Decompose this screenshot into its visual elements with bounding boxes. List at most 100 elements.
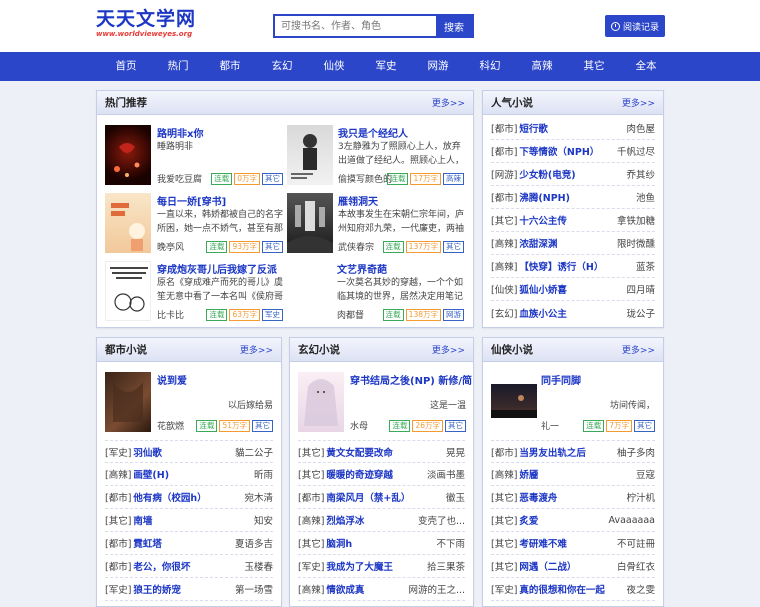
nav-item-home[interactable]: 首页: [100, 52, 152, 81]
item-title[interactable]: 黄文女配要改命: [326, 445, 442, 459]
list-item[interactable]: [其它] 考研难不难 不可註冊: [491, 532, 655, 555]
item-title[interactable]: 我成为了大魔王: [326, 559, 423, 573]
list-item[interactable]: [都市] 老公，你很坏 玉楼春: [105, 555, 273, 578]
search-input[interactable]: [275, 16, 436, 36]
item-title[interactable]: 考研难不难: [519, 536, 613, 550]
list-item[interactable]: [高辣] 画壁(H) 昕雨: [105, 463, 273, 486]
book-title[interactable]: 文艺界奇葩: [337, 261, 387, 276]
book-title[interactable]: 穿书结局之後(NP) 新修/简: [350, 372, 472, 387]
book-card[interactable]: 穿书结局之後(NP) 新修/简 这是一温 水母 连载 26万字 其它: [298, 372, 472, 432]
list-item[interactable]: [军史] 我成为了大魔王 拾三果茶: [298, 555, 465, 578]
book-card[interactable]: 文艺界奇葩 一次莫名其妙的穿越，一个个如临其境的世界，居然决定用笔记下 肉都督 …: [337, 261, 464, 321]
item-title[interactable]: 画壁(H): [133, 467, 250, 481]
book-card[interactable]: 我只是个经纪人 3左静雅为了照顾心上人，放弃出道做了经纪人。照顾心上人，为了心上…: [287, 125, 464, 185]
item-title[interactable]: 狼王的娇宠: [133, 582, 231, 596]
item-title[interactable]: 真的很想和你在一起: [519, 582, 622, 596]
more-link[interactable]: 更多>>: [622, 96, 655, 109]
list-item[interactable]: [高辣] 【快穿】诱行（H） 蓝茶: [491, 255, 655, 278]
list-item[interactable]: [都市] 沸腾(NPH) 池鱼: [491, 186, 655, 209]
nav-item-adult[interactable]: 高辣: [516, 52, 568, 81]
item-title[interactable]: 南墙: [133, 513, 250, 527]
list-item[interactable]: [高辣] 娇靥 豆寇: [491, 463, 655, 486]
list-item[interactable]: [仙侠] 狐仙小娇喜 四月晴: [491, 278, 655, 301]
item-title[interactable]: 少女粉(电竞): [519, 167, 622, 181]
book-card[interactable]: 路明非x你 睡路明非 我爱吃豆腐 连载 0万字 其它: [105, 125, 283, 185]
more-link[interactable]: 更多>>: [622, 343, 655, 356]
list-item[interactable]: [都市] 他有病（校园h） 宛木清: [105, 486, 273, 509]
nav-item-xianxia[interactable]: 仙侠: [308, 52, 360, 81]
item-title[interactable]: 情欲成真: [326, 582, 404, 596]
list-item[interactable]: [军史] 狼王的娇宠 第一场雪: [105, 578, 273, 601]
search-button[interactable]: 搜索: [436, 16, 472, 36]
list-item[interactable]: [其它] 黄文女配要改命 晃晃: [298, 440, 465, 463]
item-title[interactable]: 当男友出轨之后: [519, 445, 613, 459]
item-title[interactable]: 十六公主传: [519, 213, 613, 227]
book-cover[interactable]: [491, 384, 537, 418]
list-item[interactable]: [其它] 南墙 知安: [105, 509, 273, 532]
nav-item-complete[interactable]: 全本: [620, 52, 672, 81]
item-title[interactable]: 血族小公主: [519, 306, 622, 320]
item-title[interactable]: 羽仙歌: [133, 445, 231, 459]
book-card[interactable]: 说到爱 以后嫁给易 花歆燃 连载 51万字 其它: [105, 372, 273, 432]
list-item[interactable]: [军史] 真的很想和你在一起 夜之雯: [491, 578, 655, 601]
nav-item-hot[interactable]: 热门: [152, 52, 204, 81]
list-item[interactable]: [其它] 脑洞h 不下雨: [298, 532, 465, 555]
book-card[interactable]: 同手同脚 坊间传闻， 礼一 连载 7万字 其它: [491, 372, 655, 432]
item-title[interactable]: 下等情欲（NPH）: [519, 144, 613, 158]
item-title[interactable]: 娇靥: [519, 467, 632, 481]
item-title[interactable]: 沸腾(NPH): [519, 190, 632, 204]
item-title[interactable]: 脑洞h: [326, 536, 432, 550]
book-title[interactable]: 我只是个经纪人: [338, 125, 408, 140]
item-title[interactable]: 网遇（二战）: [519, 559, 613, 573]
item-title[interactable]: 恶毒渡舟: [519, 490, 622, 504]
item-title[interactable]: 烈焰浮冰: [326, 513, 414, 527]
book-cover[interactable]: [105, 193, 151, 253]
item-title[interactable]: 霓虹塔: [133, 536, 231, 550]
book-cover[interactable]: [105, 372, 151, 432]
list-item[interactable]: [高辣] 浓甜深渊 限时微醺: [491, 232, 655, 255]
list-item[interactable]: [玄幻] 血族小公主 珑公子: [491, 301, 655, 324]
book-card[interactable]: 穿成炮灰哥儿后我嫁了反派 原名《穿成难产而死的哥儿》虞笙无意中看了一本名叫《侯府…: [105, 261, 283, 321]
list-item[interactable]: [其它] 恶毒渡舟 柠汁机: [491, 486, 655, 509]
list-item[interactable]: [都市] 当男友出轨之后 柚子多肉: [491, 440, 655, 463]
book-card[interactable]: 每日一娇[穿书] 一直以来，韩娇都被自己的名字所困，她一点不娇气，甚至有那么点 …: [105, 193, 283, 253]
book-title[interactable]: 雁翎洞天: [338, 193, 378, 208]
book-title[interactable]: 每日一娇[穿书]: [157, 193, 226, 208]
item-title[interactable]: 短行歌: [519, 121, 622, 135]
list-item[interactable]: [其它] 暖暖的奇迹穿越 淡画书墨: [298, 463, 465, 486]
reading-history-button[interactable]: 阅读记录: [605, 15, 665, 37]
item-title[interactable]: 南梁风月（禁+乱）: [326, 490, 442, 504]
list-item[interactable]: [其它] 十六公主传 拿铁加糖: [491, 209, 655, 232]
item-title[interactable]: 老公，你很坏: [133, 559, 240, 573]
item-title[interactable]: 暖暖的奇迹穿越: [326, 467, 423, 481]
item-title[interactable]: 他有病（校园h）: [133, 490, 240, 504]
book-cover[interactable]: [105, 261, 151, 321]
list-item[interactable]: [都市] 下等情欲（NPH） 千帆过尽: [491, 140, 655, 163]
nav-item-game[interactable]: 网游: [412, 52, 464, 81]
book-title[interactable]: 路明非x你: [157, 125, 203, 140]
book-cover[interactable]: [287, 193, 333, 253]
book-title[interactable]: 穿成炮灰哥儿后我嫁了反派: [157, 261, 277, 276]
nav-item-other[interactable]: 其它: [568, 52, 620, 81]
nav-item-military[interactable]: 军史: [360, 52, 412, 81]
site-logo[interactable]: 天天文学网 www.worldvieweyes.org: [96, 8, 196, 39]
book-title[interactable]: 说到爱: [157, 372, 187, 387]
list-item[interactable]: [都市] 霓虹塔 夏语多吉: [105, 532, 273, 555]
nav-item-urban[interactable]: 都市: [204, 52, 256, 81]
book-card[interactable]: 雁翎洞天 本故事发生在宋朝仁宗年间，庐州知府邓九荣，一代廉吏，两袖清风 武侠春宗…: [287, 193, 464, 253]
list-item[interactable]: [高辣] 烈焰浮冰 变壳了也...: [298, 509, 465, 532]
list-item[interactable]: [高辣] 情欲成真 网游的王之...: [298, 578, 465, 601]
item-title[interactable]: 【快穿】诱行（H）: [519, 259, 632, 273]
nav-item-fantasy[interactable]: 玄幻: [256, 52, 308, 81]
item-title[interactable]: 炙爱: [519, 513, 604, 527]
more-link[interactable]: 更多>>: [432, 96, 465, 109]
list-item[interactable]: [其它] 炙爱 Avaaaaaa: [491, 509, 655, 532]
list-item[interactable]: [其它] 网遇（二战） 白骨红衣: [491, 555, 655, 578]
book-cover[interactable]: [287, 125, 333, 185]
list-item[interactable]: [军史] 羽仙歌 貓二公子: [105, 440, 273, 463]
list-item[interactable]: [都市] 短行歌 肉色屋: [491, 117, 655, 140]
book-title[interactable]: 同手同脚: [541, 372, 581, 387]
book-cover[interactable]: [105, 125, 151, 185]
more-link[interactable]: 更多>>: [240, 343, 273, 356]
nav-item-scifi[interactable]: 科幻: [464, 52, 516, 81]
